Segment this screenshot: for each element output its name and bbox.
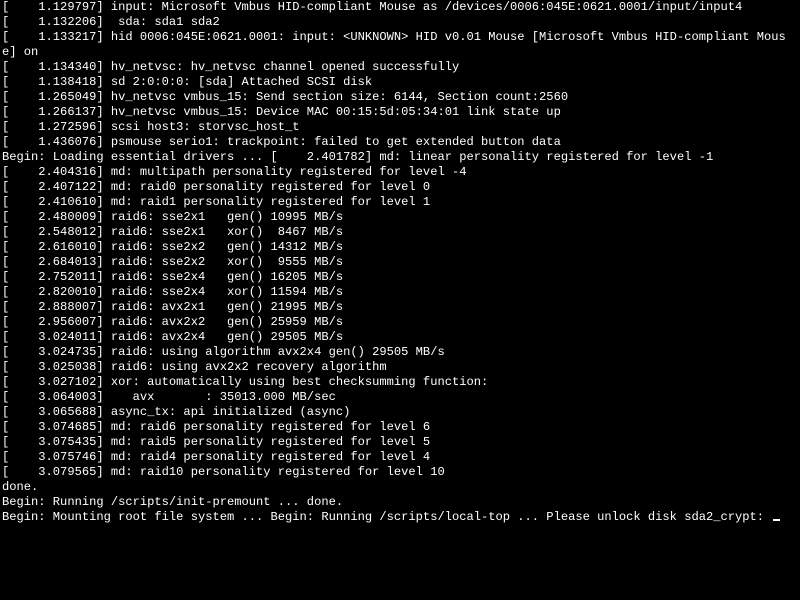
console-line: [ 1.129797] input: Microsoft Vmbus HID-c… — [2, 0, 798, 15]
console-line: Begin: Loading essential drivers ... [ 2… — [2, 150, 798, 165]
console-line: [ 2.888007] raid6: avx2x1 gen() 21995 MB… — [2, 300, 798, 315]
console-line: [ 1.272596] scsi host3: storvsc_host_t — [2, 120, 798, 135]
boot-console: [ 1.129797] input: Microsoft Vmbus HID-c… — [0, 0, 800, 525]
cursor — [773, 519, 780, 521]
console-line: [ 3.065688] async_tx: api initialized (a… — [2, 405, 798, 420]
console-line: Begin: Running /scripts/init-premount ..… — [2, 495, 798, 510]
console-line: [ 2.956007] raid6: avx2x2 gen() 25959 MB… — [2, 315, 798, 330]
console-line: [ 2.752011] raid6: sse2x4 gen() 16205 MB… — [2, 270, 798, 285]
console-line: [ 2.684013] raid6: sse2x2 xor() 9555 MB/… — [2, 255, 798, 270]
console-line: [ 2.548012] raid6: sse2x1 xor() 8467 MB/… — [2, 225, 798, 240]
console-line: [ 1.132206] sda: sda1 sda2 — [2, 15, 798, 30]
console-line: [ 1.266137] hv_netvsc vmbus_15: Device M… — [2, 105, 798, 120]
console-line: [ 3.064003] avx : 35013.000 MB/sec — [2, 390, 798, 405]
console-line: [ 3.075746] md: raid4 personality regist… — [2, 450, 798, 465]
console-line: [ 2.820010] raid6: sse2x4 xor() 11594 MB… — [2, 285, 798, 300]
console-line: [ 3.074685] md: raid6 personality regist… — [2, 420, 798, 435]
console-line: [ 2.480009] raid6: sse2x1 gen() 10995 MB… — [2, 210, 798, 225]
console-line: [ 3.025038] raid6: using avx2x2 recovery… — [2, 360, 798, 375]
console-line: [ 1.133217] hid 0006:045E:0621.0001: inp… — [2, 30, 798, 60]
console-line: [ 2.407122] md: raid0 personality regist… — [2, 180, 798, 195]
console-line: [ 1.134340] hv_netvsc: hv_netvsc channel… — [2, 60, 798, 75]
console-line: [ 3.027102] xor: automatically using bes… — [2, 375, 798, 390]
console-line: [ 1.138418] sd 2:0:0:0: [sda] Attached S… — [2, 75, 798, 90]
console-line: done. — [2, 480, 798, 495]
console-line: [ 1.265049] hv_netvsc vmbus_15: Send sec… — [2, 90, 798, 105]
console-line: [ 2.616010] raid6: sse2x2 gen() 14312 MB… — [2, 240, 798, 255]
unlock-disk-prompt[interactable]: Begin: Mounting root file system ... Beg… — [2, 510, 798, 525]
console-line: [ 1.436076] psmouse serio1: trackpoint: … — [2, 135, 798, 150]
console-line: [ 3.079565] md: raid10 personality regis… — [2, 465, 798, 480]
console-line: [ 2.404316] md: multipath personality re… — [2, 165, 798, 180]
console-line: [ 3.075435] md: raid5 personality regist… — [2, 435, 798, 450]
console-line: [ 2.410610] md: raid1 personality regist… — [2, 195, 798, 210]
console-line: [ 3.024011] raid6: avx2x4 gen() 29505 MB… — [2, 330, 798, 345]
console-line: [ 3.024735] raid6: using algorithm avx2x… — [2, 345, 798, 360]
